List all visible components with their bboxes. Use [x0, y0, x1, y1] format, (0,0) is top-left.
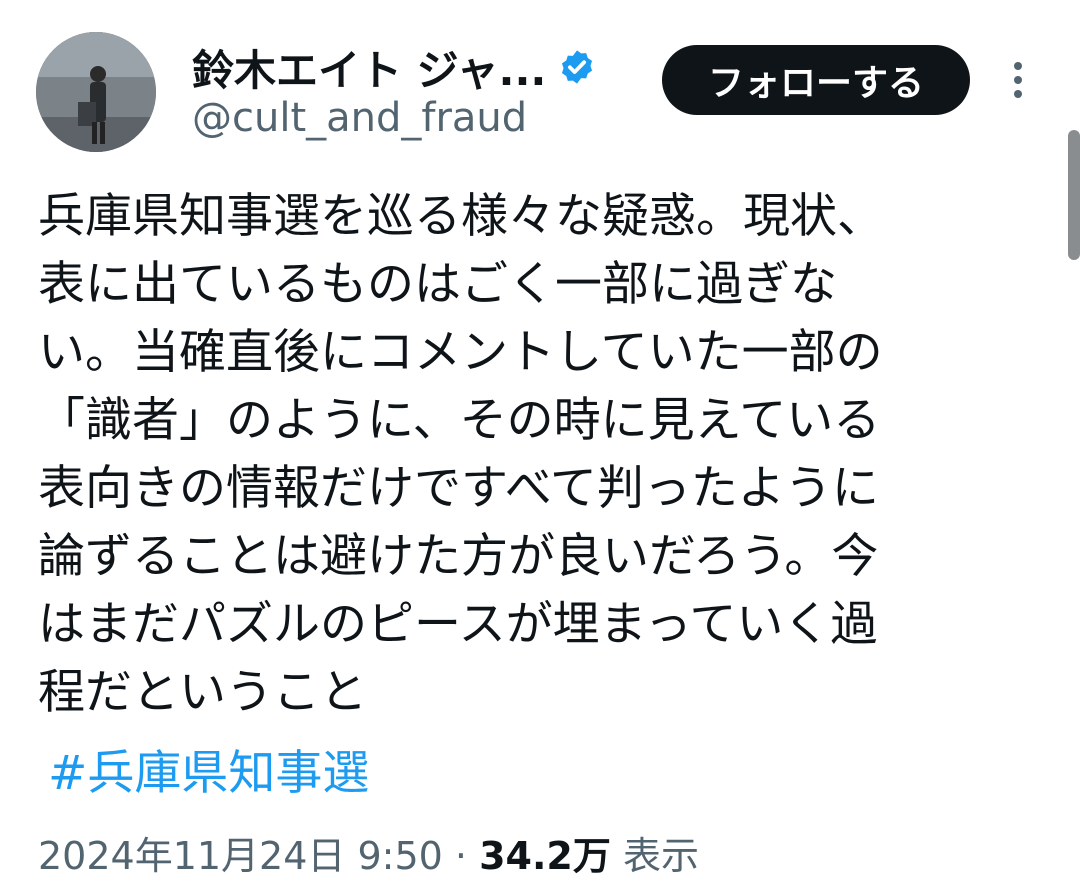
author-name-row[interactable]: 鈴木エイト ジャ...	[192, 40, 596, 95]
timestamp-link[interactable]: 2024年11月24日 9:50	[38, 834, 443, 878]
tweet-text-line: 論ずることは避けた方が良いだろう。今	[38, 529, 879, 584]
tweet-text-line: い。当確直後にコメントしていた一部の	[38, 325, 883, 380]
tweet-text-line: 兵庫県知事選を巡る様々な疑惑。現状、	[38, 189, 884, 244]
tweet-text-line: 「識者」のように、その時に見えている	[38, 393, 881, 448]
views-count: 34.2万	[479, 834, 611, 878]
views-label: 表示	[622, 834, 699, 878]
hashtag-link[interactable]: #兵庫県知事選	[48, 740, 369, 808]
tweet-text-line: 表向きの情報だけですべて判ったように	[38, 461, 879, 516]
follow-button[interactable]: フォローする	[662, 45, 970, 115]
tweet-text-line: 表に出ているものはごく一部に過ぎな	[38, 257, 837, 312]
meta-separator: ·	[454, 834, 468, 878]
avatar-photo	[36, 32, 156, 152]
verified-badge-icon	[562, 50, 593, 84]
more-vertical-icon[interactable]	[1003, 60, 1033, 100]
scrollbar-thumb[interactable]	[1068, 130, 1080, 260]
author-display-name[interactable]: 鈴木エイト ジャ...	[192, 37, 546, 98]
author-handle[interactable]: @cult_and_fraud	[192, 95, 527, 141]
tweet-text-line: はまだパズルのピースが埋まっていく過	[38, 597, 878, 652]
tweet-text: 兵庫県知事選を巡る様々な疑惑。現状、 表に出ているものはごく一部に過ぎな い。当…	[38, 183, 1028, 727]
tweet-text-line: 程だということ	[38, 665, 367, 720]
avatar[interactable]	[36, 32, 156, 152]
tweet-meta: 2024年11月24日 9:50 · 34.2万 表示	[38, 830, 699, 882]
